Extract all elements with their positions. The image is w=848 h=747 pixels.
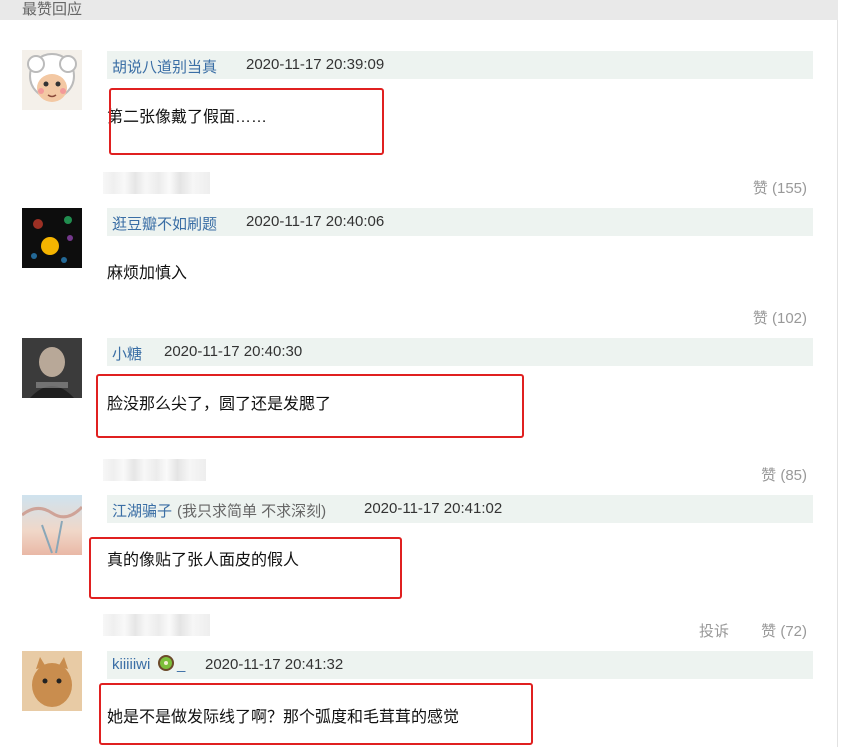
comment-time: 2020-11-17 20:40:06 [246,213,385,230]
comment-meta: 胡说八道别当真 2020-11-17 20:39:09 [107,51,813,79]
blurred-content [103,614,210,636]
avatar[interactable] [22,495,82,555]
user-signature: (我只求简单 不求深刻) [177,503,327,520]
comment-time: 2020-11-17 20:40:30 [164,343,303,360]
username-link[interactable]: 江湖骗子 [112,500,172,521]
section-title: 最赞回应 [22,1,83,18]
like-button[interactable]: 赞 (72) [761,620,807,641]
highlight-box [109,88,384,155]
comment-text: 麻烦加慎入 [107,265,188,282]
comment-meta: 江湖骗子 (我只求简单 不求深刻) 2020-11-17 20:41:02 [107,495,813,523]
comment-meta: 逛豆瓣不如刷题 2020-11-17 20:40:06 [107,208,813,236]
like-button[interactable]: 赞 (85) [761,464,807,485]
highlight-box [99,683,533,745]
report-button[interactable]: 投诉 [699,620,729,641]
content-divider [837,20,838,747]
highlight-box [96,374,524,438]
like-button[interactable]: 赞 (102) [753,307,807,328]
comment-time: 2020-11-17 20:39:09 [246,56,385,73]
username-link[interactable]: kiiiiiwi [112,656,150,673]
highlight-box [89,537,402,599]
blurred-content [103,459,206,481]
comment-time: 2020-11-17 20:41:02 [364,500,503,517]
username-suffix: _ [177,656,186,673]
section-header: 最赞回应 [0,0,838,20]
username-link[interactable]: 小糖 [112,343,142,364]
username-link[interactable]: 逛豆瓣不如刷题 [112,213,217,234]
avatar[interactable] [22,208,82,268]
comment-meta: kiiiiiwi _ 2020-11-17 20:41:32 [107,651,813,679]
avatar[interactable] [22,651,82,711]
comment-time: 2020-11-17 20:41:32 [205,656,344,673]
kiwi-icon [157,654,175,677]
blurred-content [103,172,210,194]
username-link[interactable]: 胡说八道别当真 [112,56,217,77]
comment-meta: 小糖 2020-11-17 20:40:30 [107,338,813,366]
avatar[interactable] [22,50,82,110]
like-button[interactable]: 赞 (155) [753,177,807,198]
avatar[interactable] [22,338,82,398]
